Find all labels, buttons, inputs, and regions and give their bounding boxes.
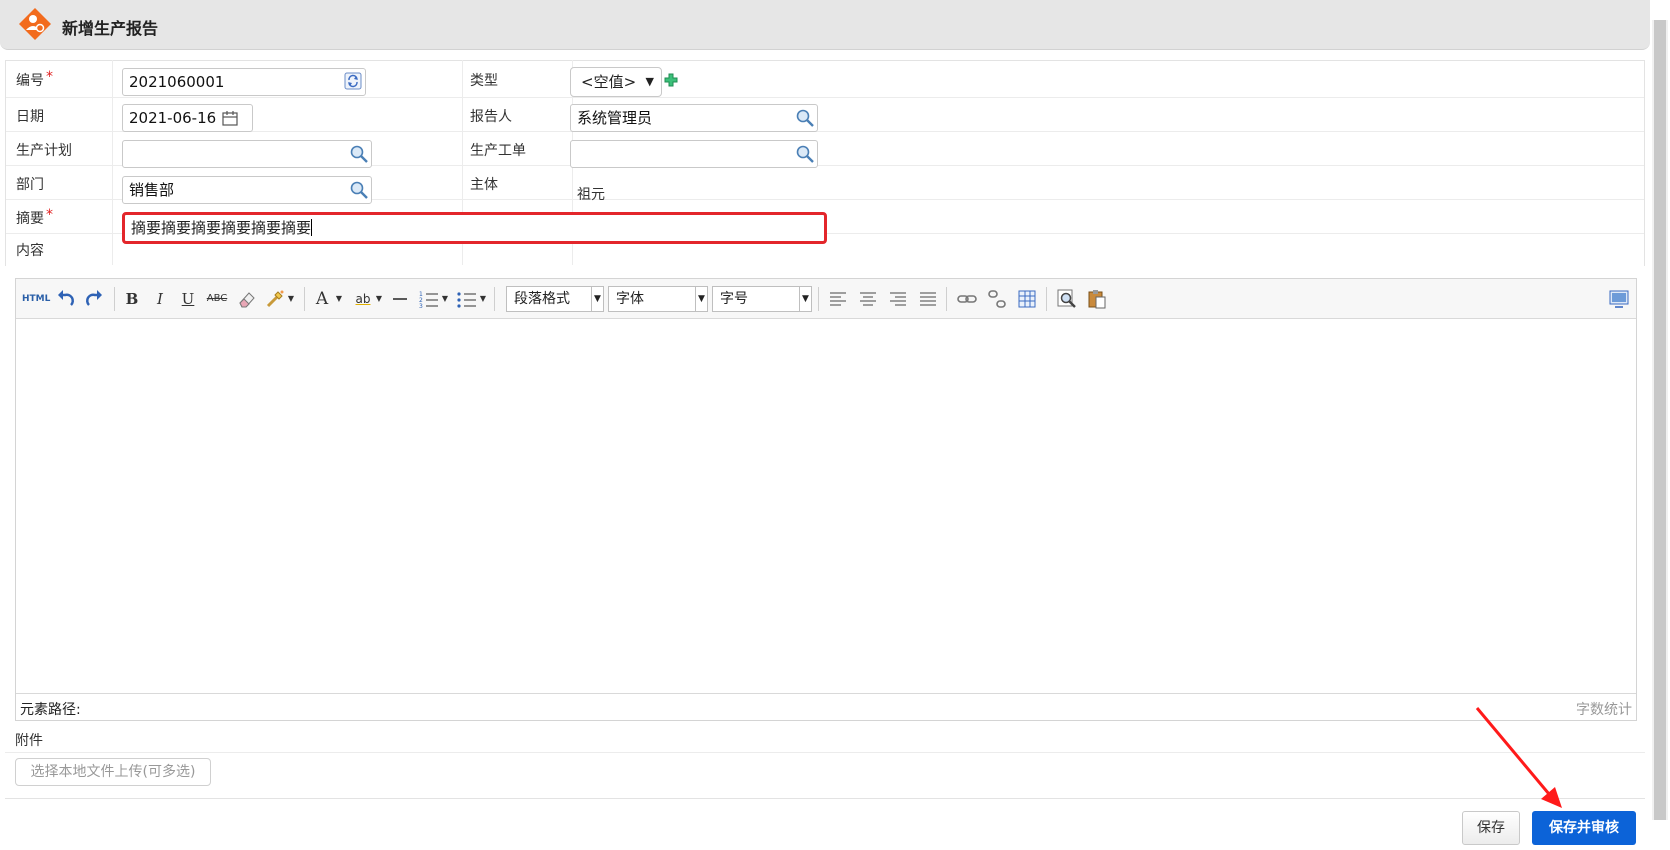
text-cursor	[311, 219, 313, 236]
chevron-down-icon[interactable]: ▼	[334, 288, 344, 310]
page-title: 新增生产报告	[62, 19, 159, 38]
editor-statusbar: 元素路径: 字数统计	[16, 693, 1636, 720]
undo-icon[interactable]	[56, 288, 76, 310]
number-field[interactable]: 2021060001	[122, 68, 366, 96]
strikethrough-button[interactable]: ABC	[204, 288, 230, 310]
chevron-down-icon[interactable]: ▼	[440, 288, 450, 310]
workorder-field[interactable]	[570, 140, 818, 168]
chevron-down-icon: ▼	[799, 287, 811, 311]
chevron-down-icon[interactable]: ▼	[478, 288, 488, 310]
chevron-down-icon: ▼	[591, 287, 603, 311]
ordered-list-icon[interactable]: 123	[418, 288, 440, 310]
search-icon[interactable]	[795, 144, 815, 164]
font-color-button[interactable]: A	[312, 288, 332, 310]
department-field[interactable]: 销售部	[122, 176, 372, 204]
preview-icon[interactable]	[1056, 288, 1078, 310]
unlink-icon[interactable]	[986, 288, 1008, 310]
search-icon[interactable]	[349, 144, 369, 164]
align-left-icon[interactable]	[828, 288, 848, 310]
type-label: 类型	[470, 73, 498, 89]
date-field[interactable]: 2021-06-16	[122, 104, 253, 132]
attachment-label: 附件	[15, 733, 43, 749]
reporter-label: 报告人	[470, 109, 512, 125]
save-and-audit-button[interactable]: 保存并审核	[1532, 811, 1636, 845]
chevron-down-icon: ▼	[645, 75, 654, 88]
required-mark: *	[46, 69, 53, 85]
align-right-icon[interactable]	[888, 288, 908, 310]
reporter-field[interactable]: 系统管理员	[570, 104, 818, 132]
report-icon	[19, 8, 51, 40]
summary-label: 摘要	[16, 211, 44, 227]
bold-button[interactable]: B	[122, 288, 142, 310]
font-size-select[interactable]: 字号 ▼	[712, 286, 812, 312]
scrollbar[interactable]	[1652, 20, 1668, 820]
number-label: 编号	[16, 73, 44, 89]
svg-text:3: 3	[419, 303, 423, 310]
unordered-list-icon[interactable]	[456, 288, 478, 310]
paragraph-format-select[interactable]: 段落格式 ▼	[506, 286, 604, 312]
workorder-label: 生产工单	[470, 143, 526, 159]
upload-button[interactable]: 选择本地文件上传(可多选)	[15, 758, 211, 786]
element-path-label: 元素路径:	[20, 702, 81, 718]
plan-field[interactable]	[122, 140, 372, 168]
required-mark: *	[46, 207, 53, 223]
content-editor[interactable]: HTML B I U ABC ▼ A ▼ ab ▼ 123 ▼ ▼ 段落格式 ▼ …	[15, 278, 1637, 721]
word-count-label: 字数统计	[1576, 702, 1632, 718]
italic-button[interactable]: I	[150, 288, 170, 310]
department-label: 部门	[16, 177, 44, 193]
eraser-icon[interactable]	[236, 288, 258, 310]
table-icon[interactable]	[1016, 288, 1038, 310]
content-label: 内容	[16, 243, 44, 259]
font-family-select[interactable]: 字体 ▼	[608, 286, 708, 312]
align-center-icon[interactable]	[858, 288, 878, 310]
dialog-header: 新增生产报告	[0, 0, 1650, 50]
type-select[interactable]: <空值> ▼	[570, 67, 662, 97]
date-label: 日期	[16, 109, 44, 125]
paste-icon[interactable]	[1086, 288, 1108, 310]
format-brush-icon[interactable]	[264, 288, 286, 310]
summary-field[interactable]: 摘要摘要摘要摘要摘要摘要	[122, 212, 827, 244]
chevron-down-icon: ▼	[695, 287, 707, 311]
chevron-down-icon[interactable]: ▼	[286, 288, 296, 310]
chevron-down-icon[interactable]: ▼	[374, 288, 384, 310]
redo-icon[interactable]	[84, 288, 104, 310]
add-icon[interactable]	[664, 73, 678, 87]
html-source-button[interactable]: HTML	[22, 288, 50, 310]
editor-content-area[interactable]	[16, 319, 1636, 695]
align-justify-icon[interactable]	[918, 288, 938, 310]
search-icon[interactable]	[795, 108, 815, 128]
plan-label: 生产计划	[16, 143, 72, 159]
save-button[interactable]: 保存	[1462, 811, 1520, 845]
underline-button[interactable]: U	[178, 288, 198, 310]
fullscreen-icon[interactable]	[1608, 288, 1630, 310]
scrollbar-thumb[interactable]	[1654, 20, 1666, 820]
highlight-button[interactable]: ab	[352, 288, 374, 310]
horizontal-rule-icon[interactable]	[390, 288, 410, 310]
refresh-icon[interactable]	[344, 72, 362, 90]
subject-label: 主体	[470, 177, 498, 193]
editor-toolbar: HTML B I U ABC ▼ A ▼ ab ▼ 123 ▼ ▼ 段落格式 ▼ …	[16, 279, 1636, 319]
link-icon[interactable]	[956, 288, 978, 310]
subject-value: 祖元	[577, 187, 605, 203]
calendar-icon[interactable]	[222, 111, 238, 126]
search-icon[interactable]	[349, 180, 369, 200]
